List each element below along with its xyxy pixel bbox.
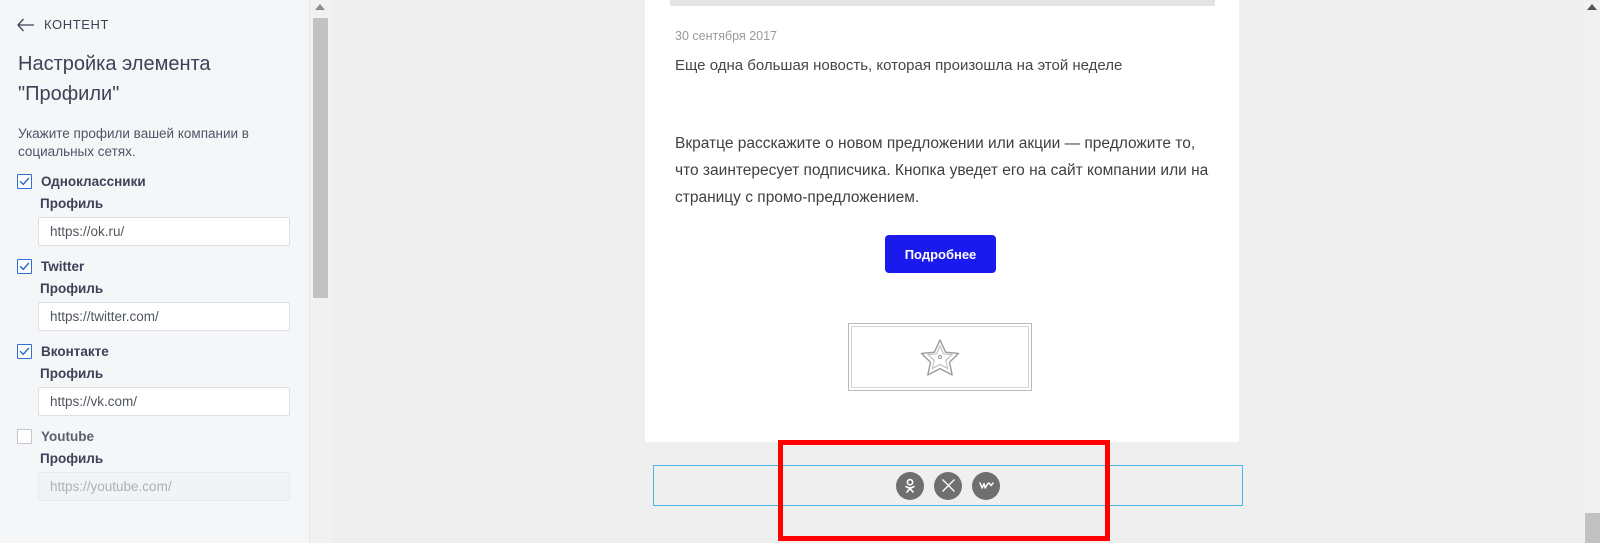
sidebar-scrollbar-thumb[interactable] xyxy=(313,18,328,298)
checkbox-3[interactable] xyxy=(17,344,32,359)
profile-field-label: Профиль xyxy=(40,281,104,296)
profile-option-label: Вконтакте xyxy=(41,344,109,359)
profile-option-header[interactable]: Twitter xyxy=(0,259,309,274)
page-scrollbar[interactable] xyxy=(1584,0,1600,543)
settings-sidebar: КОНТЕНТ Настройка элемента "Профили" Ука… xyxy=(0,0,309,543)
vk-glyph-icon xyxy=(978,482,994,489)
profile-option-label: Youtube xyxy=(41,429,94,444)
starfish-icon xyxy=(920,339,960,376)
cta-button[interactable]: Подробнее xyxy=(885,235,996,273)
profile-option-label: Twitter xyxy=(41,259,85,274)
back-label: КОНТЕНТ xyxy=(44,17,110,32)
odnoklassniki-glyph-icon xyxy=(905,478,915,493)
profile-url-input-3[interactable]: https://vk.com/ xyxy=(38,387,290,416)
sidebar-scrollbar[interactable] xyxy=(309,0,331,543)
page-scrollbar-thumb[interactable] xyxy=(1585,513,1600,543)
profile-url-input-1[interactable]: https://ok.ru/ xyxy=(38,217,290,246)
page-title: Настройка элемента "Профили" xyxy=(18,53,211,105)
odnoklassniki-icon[interactable] xyxy=(896,471,924,500)
checkmark-icon xyxy=(19,262,30,271)
scroll-up-arrow-icon[interactable] xyxy=(315,4,325,10)
checkmark-icon xyxy=(19,347,30,356)
post-headline: Еще одна большая новость, которая произо… xyxy=(675,57,1123,74)
back-to-content-button[interactable]: КОНТЕНТ xyxy=(0,0,309,32)
profile-option-4: Youtube Профиль https://youtube.com/ xyxy=(0,429,309,501)
social-profile-options: Одноклассники Профиль https://ok.ru/Twitte… xyxy=(0,174,309,501)
profile-option-1: Одноклассники Профиль https://ok.ru/ xyxy=(0,174,309,246)
x-twitter-glyph-icon xyxy=(941,479,955,492)
profile-field-label: Профиль xyxy=(40,366,104,381)
x-twitter-icon[interactable] xyxy=(934,471,962,500)
checkmark-icon xyxy=(19,177,30,186)
profile-option-3: Вконтакте Профиль https://vk.com/ xyxy=(0,344,309,416)
page-scroll-up-arrow-icon[interactable] xyxy=(1587,4,1597,10)
image-placeholder[interactable] xyxy=(848,323,1032,391)
back-arrow-icon xyxy=(17,18,34,31)
profile-option-label: Одноклассники xyxy=(41,174,146,189)
card-top-divider xyxy=(670,0,1215,6)
checkbox-4[interactable] xyxy=(17,429,32,444)
profile-option-header[interactable]: Одноклассники xyxy=(0,174,309,189)
profile-url-input-4[interactable]: https://youtube.com/ xyxy=(38,472,290,501)
checkbox-2[interactable] xyxy=(17,259,32,274)
profile-field-label: Профиль xyxy=(40,451,104,466)
screen-root: КОНТЕНТ Настройка элемента "Профили" Ука… xyxy=(0,0,1600,543)
profile-field-label: Профиль xyxy=(40,196,104,211)
social-profiles-block[interactable] xyxy=(653,465,1243,506)
preview-canvas: 30 сентября 2017 Еще одна большая новост… xyxy=(331,0,1578,543)
image-placeholder-inner xyxy=(851,326,1029,388)
vk-icon[interactable] xyxy=(972,471,1000,500)
profile-option-header[interactable]: Youtube xyxy=(0,429,309,444)
checkbox-1[interactable] xyxy=(17,174,32,189)
panel-description: Укажите профили вашей компании в социаль… xyxy=(18,126,249,159)
post-body-text: Вкратце расскажите о новом предложении и… xyxy=(675,135,1209,206)
profile-option-2: Twitter Профиль https://twitter.com/ xyxy=(0,259,309,331)
profile-option-header[interactable]: Вконтакте xyxy=(0,344,309,359)
post-date: 30 сентября 2017 xyxy=(675,29,777,43)
profile-url-input-2[interactable]: https://twitter.com/ xyxy=(38,302,290,331)
